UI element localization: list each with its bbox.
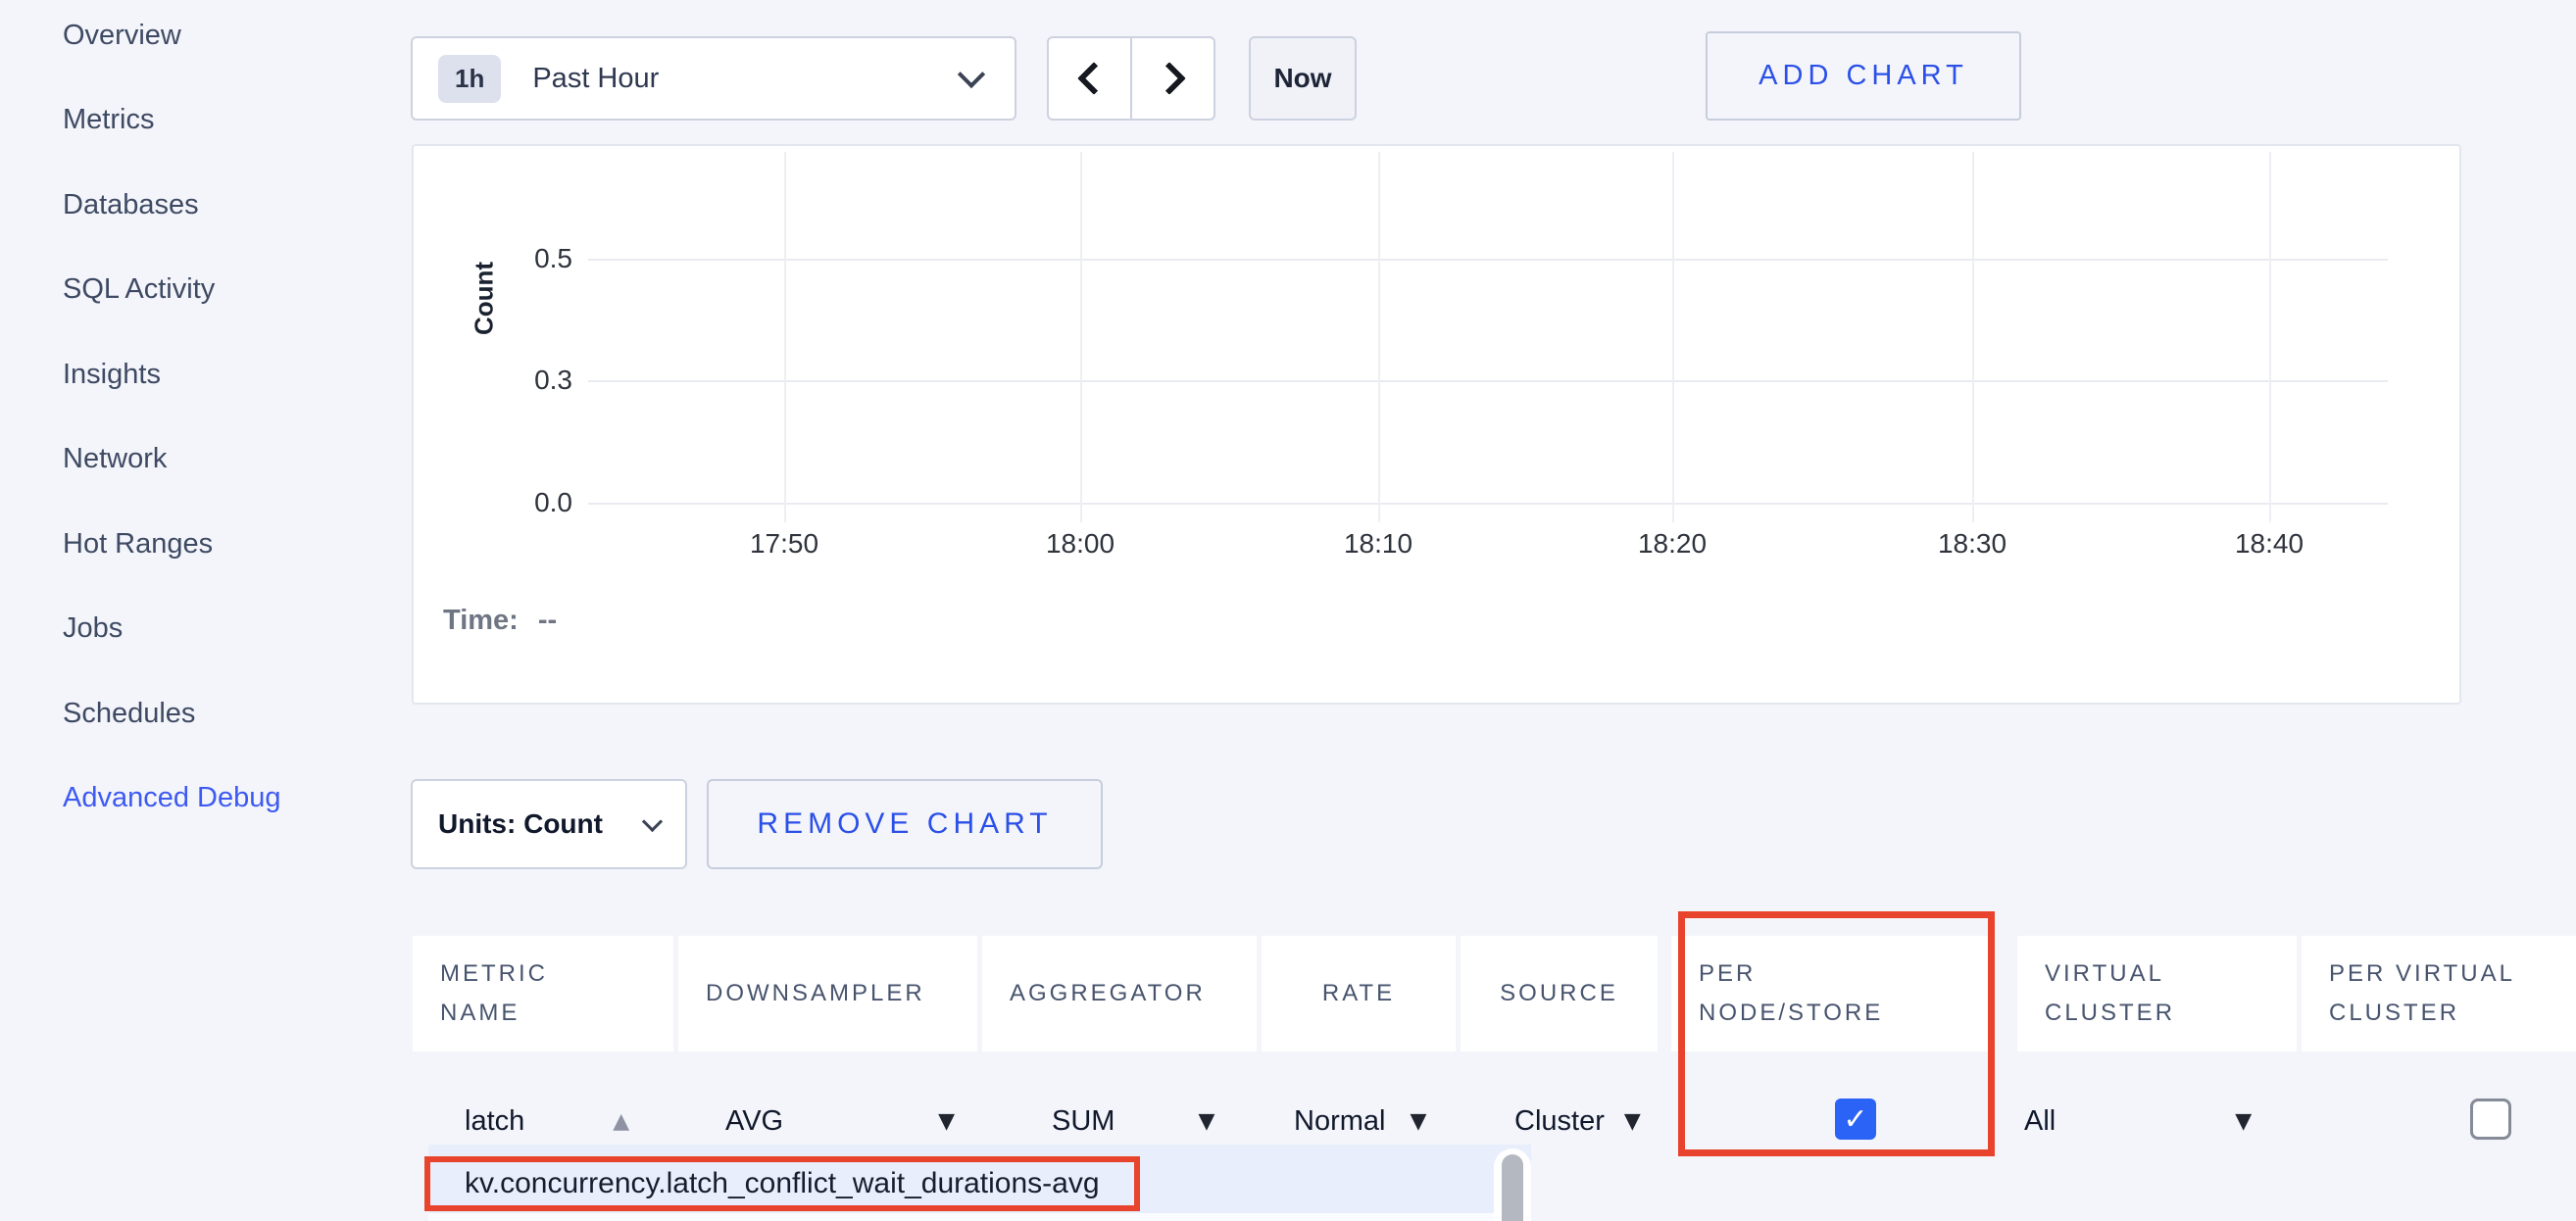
gridline [1672,152,1674,522]
x-tick-label: 18:00 [1012,528,1149,560]
add-chart-button[interactable]: ADD CHART [1706,31,2021,121]
x-tick-label: 18:40 [2201,528,2338,560]
virtual-cluster-select[interactable]: All ▼ [2024,1099,2252,1143]
metric-name-value: latch [465,1105,524,1138]
header-source: SOURCE [1461,936,1658,1051]
header-per-node-store: PER NODE/STORE [1671,936,1993,1051]
x-tick-label: 18:30 [1904,528,2041,560]
sidebar-item-databases[interactable]: Databases [63,163,281,248]
sidebar: Overview Metrics Databases SQL Activity … [63,0,281,841]
x-tick-label: 17:50 [716,528,853,560]
sidebar-item-hot-ranges[interactable]: Hot Ranges [63,502,281,587]
advanced-debug-custom-chart-page: Overview Metrics Databases SQL Activity … [0,0,2576,1221]
caret-down-icon: ▼ [1198,1109,1214,1134]
caret-up-icon: ▲ [613,1109,629,1134]
gridline [2269,152,2271,522]
sidebar-item-jobs[interactable]: Jobs [63,587,281,672]
header-aggregator: AGGREGATOR [982,936,1257,1051]
time-range-picker[interactable]: 1h Past Hour [411,36,1016,121]
time-readout-value: -- [538,605,557,636]
per-virtual-cluster-checkbox[interactable] [2470,1099,2511,1140]
gridline [588,380,2388,382]
sidebar-item-schedules[interactable]: Schedules [63,671,281,757]
sidebar-item-insights[interactable]: Insights [63,332,281,417]
caret-down-icon: ▼ [1624,1109,1641,1134]
source-select[interactable]: Cluster ▼ [1514,1099,1641,1143]
dropdown-scrollbar-thumb[interactable] [1502,1154,1523,1221]
x-tick-label: 18:10 [1310,528,1447,560]
source-value: Cluster [1514,1105,1605,1138]
header-downsampler: DOWNSAMPLER [678,936,977,1051]
caret-down-icon: ▼ [2235,1109,2252,1134]
sidebar-item-overview[interactable]: Overview [63,0,281,78]
next-range-button[interactable] [1131,36,1215,121]
previous-range-button[interactable] [1047,36,1131,121]
gridline [1080,152,1082,522]
time-window-label: Past Hour [532,63,659,95]
check-icon: ✓ [1843,1102,1867,1137]
gridline [1378,152,1380,522]
chevron-down-icon [642,810,663,831]
header-metric-name: METRIC NAME [413,936,673,1051]
rate-value: Normal [1294,1105,1385,1138]
time-readout-label: Time: [443,605,519,636]
gridline [1972,152,1974,522]
y-tick-label: 0.3 [482,365,572,396]
rate-select[interactable]: Normal ▼ [1294,1099,1426,1143]
units-select-label: Units: Count [438,808,603,840]
gridline [588,259,2388,261]
now-button[interactable]: Now [1249,36,1357,121]
chevron-down-icon [958,61,985,88]
y-axis-label: Count [470,211,500,387]
gridline [784,152,786,522]
header-rate: RATE [1262,936,1456,1051]
per-node-store-checkbox[interactable]: ✓ [1835,1099,1876,1140]
metric-suggestion-item[interactable]: kv.concurrency.latch_conflict_wait_durat… [465,1167,1100,1200]
virtual-cluster-value: All [2024,1105,2056,1138]
caret-down-icon: ▼ [1410,1109,1426,1134]
y-tick-label: 0.5 [482,243,572,274]
aggregator-value: SUM [1052,1105,1115,1138]
sidebar-item-metrics[interactable]: Metrics [63,78,281,164]
sidebar-item-network[interactable]: Network [63,417,281,503]
gridline [588,503,2388,505]
downsampler-value: AVG [725,1105,783,1138]
custom-chart-panel[interactable]: Count 0.5 0.3 0.0 17:50 18:00 18:10 18:2… [412,144,2461,705]
units-select[interactable]: Units: Count [411,779,687,869]
sidebar-item-sql-activity[interactable]: SQL Activity [63,248,281,333]
chevron-left-icon [1077,62,1111,95]
sidebar-item-advanced-debug[interactable]: Advanced Debug [63,757,281,842]
next-suggestion-partial [428,1213,1494,1221]
header-per-virtual-cluster: PER VIRTUAL CLUSTER [2302,936,2576,1051]
metric-name-combobox[interactable]: latch ▲ [465,1099,629,1143]
header-virtual-cluster: VIRTUAL CLUSTER [2017,936,2297,1051]
time-range-arrows [1047,36,1215,121]
aggregator-select[interactable]: SUM ▼ [1052,1099,1214,1143]
time-window-badge: 1h [438,55,501,103]
chevron-right-icon [1153,62,1186,95]
downsampler-select[interactable]: AVG ▼ [725,1099,955,1143]
y-tick-label: 0.0 [482,487,572,518]
caret-down-icon: ▼ [938,1109,955,1134]
x-tick-label: 18:20 [1604,528,1741,560]
hover-time-readout: Time: -- [443,605,557,637]
remove-chart-button[interactable]: REMOVE CHART [707,779,1103,869]
